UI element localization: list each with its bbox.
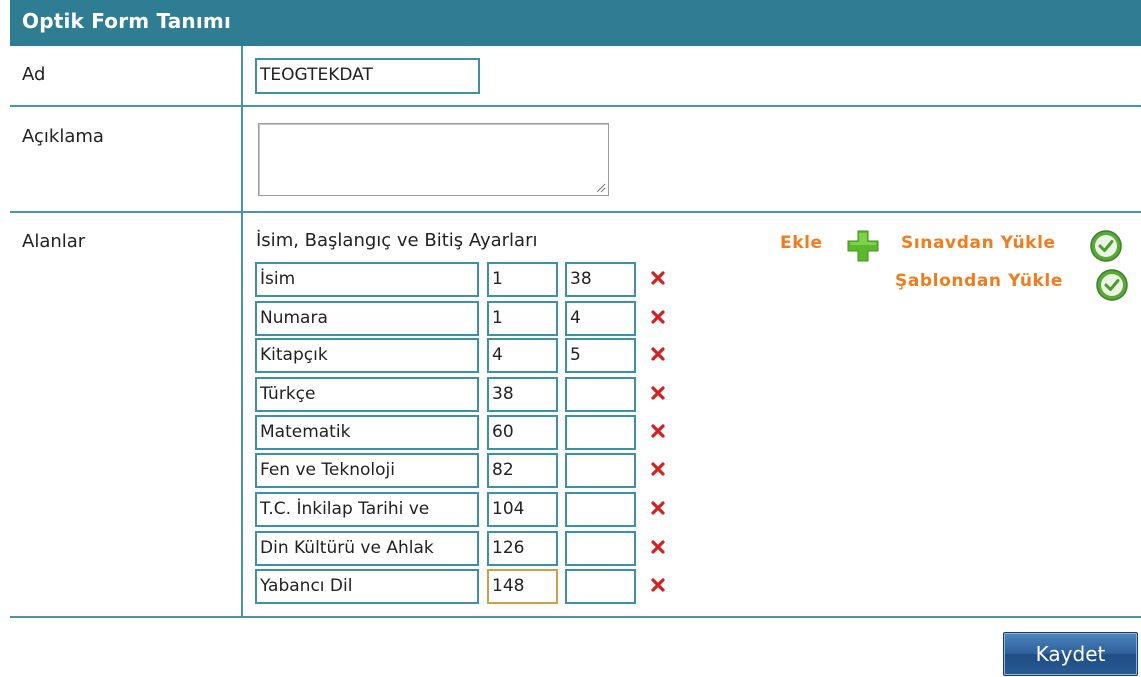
fields-label: Alanlar	[22, 231, 86, 252]
field-start-input[interactable]: 60	[487, 415, 558, 450]
field-start-input[interactable]: 4	[487, 338, 558, 373]
plus-icon[interactable]	[845, 228, 881, 264]
field-name-input[interactable]: Fen ve Teknoloji	[255, 453, 479, 488]
field-end-input[interactable]	[565, 492, 636, 527]
field-end-input[interactable]	[565, 377, 636, 412]
check-icon[interactable]	[1095, 268, 1129, 302]
field-start-input[interactable]: 1	[487, 301, 558, 336]
field-name-input[interactable]: Kitapçık	[255, 338, 479, 373]
field-name-input[interactable]: İsim	[255, 262, 479, 297]
delete-row-icon[interactable]	[650, 577, 666, 593]
field-row: Numara 1 4	[255, 301, 675, 336]
delete-row-icon[interactable]	[650, 385, 666, 401]
row-divider	[10, 616, 1141, 618]
field-row: İsim 1 38	[255, 262, 675, 297]
delete-row-icon[interactable]	[650, 309, 666, 325]
field-name-input[interactable]: Din Kültürü ve Ahlak	[255, 531, 479, 566]
save-button[interactable]: Kaydet	[1003, 632, 1138, 676]
row-divider	[10, 105, 1141, 107]
field-end-input[interactable]	[565, 569, 636, 604]
field-end-input[interactable]: 4	[565, 301, 636, 336]
field-name-input[interactable]: Matematik	[255, 415, 479, 450]
column-divider	[241, 46, 243, 617]
resize-grip-icon[interactable]	[594, 181, 606, 193]
description-label: Açıklama	[22, 126, 104, 147]
check-icon[interactable]	[1089, 229, 1123, 263]
description-textarea[interactable]	[258, 123, 609, 196]
load-from-exam-link[interactable]: Sınavdan Yükle	[901, 233, 1056, 253]
field-name-input[interactable]: Numara	[255, 301, 479, 336]
field-row: Fen ve Teknoloji 82	[255, 453, 675, 488]
field-row: Kitapçık 4 5	[255, 338, 675, 373]
row-divider	[10, 211, 1141, 213]
field-end-input[interactable]	[565, 531, 636, 566]
field-start-input[interactable]: 82	[487, 453, 558, 488]
field-start-input[interactable]: 104	[487, 492, 558, 527]
field-row: Din Kültürü ve Ahlak 126	[255, 531, 675, 566]
field-start-input[interactable]: 148	[487, 569, 558, 604]
delete-row-icon[interactable]	[650, 500, 666, 516]
add-field-link[interactable]: Ekle	[780, 233, 823, 253]
field-end-input[interactable]: 5	[565, 338, 636, 373]
delete-row-icon[interactable]	[650, 461, 666, 477]
field-row: Matematik 60	[255, 415, 675, 450]
name-input[interactable]: TEOGTEKDAT	[255, 58, 480, 94]
delete-row-icon[interactable]	[650, 270, 666, 286]
field-name-input[interactable]: Yabancı Dil	[255, 569, 479, 604]
delete-row-icon[interactable]	[650, 346, 666, 362]
page-title: Optik Form Tanımı	[22, 9, 232, 33]
name-label: Ad	[22, 64, 46, 85]
field-start-input[interactable]: 126	[487, 531, 558, 566]
field-name-input[interactable]: T.C. İnkilap Tarihi ve	[255, 492, 479, 527]
field-end-input[interactable]	[565, 453, 636, 488]
field-start-input[interactable]: 38	[487, 377, 558, 412]
delete-row-icon[interactable]	[650, 539, 666, 555]
load-from-template-link[interactable]: Şablondan Yükle	[895, 271, 1063, 291]
field-end-input[interactable]	[565, 415, 636, 450]
panel-header: Optik Form Tanımı	[10, 0, 1141, 46]
fields-section-title: İsim, Başlangıç ve Bitiş Ayarları	[256, 230, 538, 251]
delete-row-icon[interactable]	[650, 423, 666, 439]
field-row: Yabancı Dil 148	[255, 569, 675, 604]
field-name-input[interactable]: Türkçe	[255, 377, 479, 412]
field-row: T.C. İnkilap Tarihi ve 104	[255, 492, 675, 527]
field-row: Türkçe 38	[255, 377, 675, 412]
field-end-input[interactable]: 38	[565, 262, 636, 297]
field-start-input[interactable]: 1	[487, 262, 558, 297]
